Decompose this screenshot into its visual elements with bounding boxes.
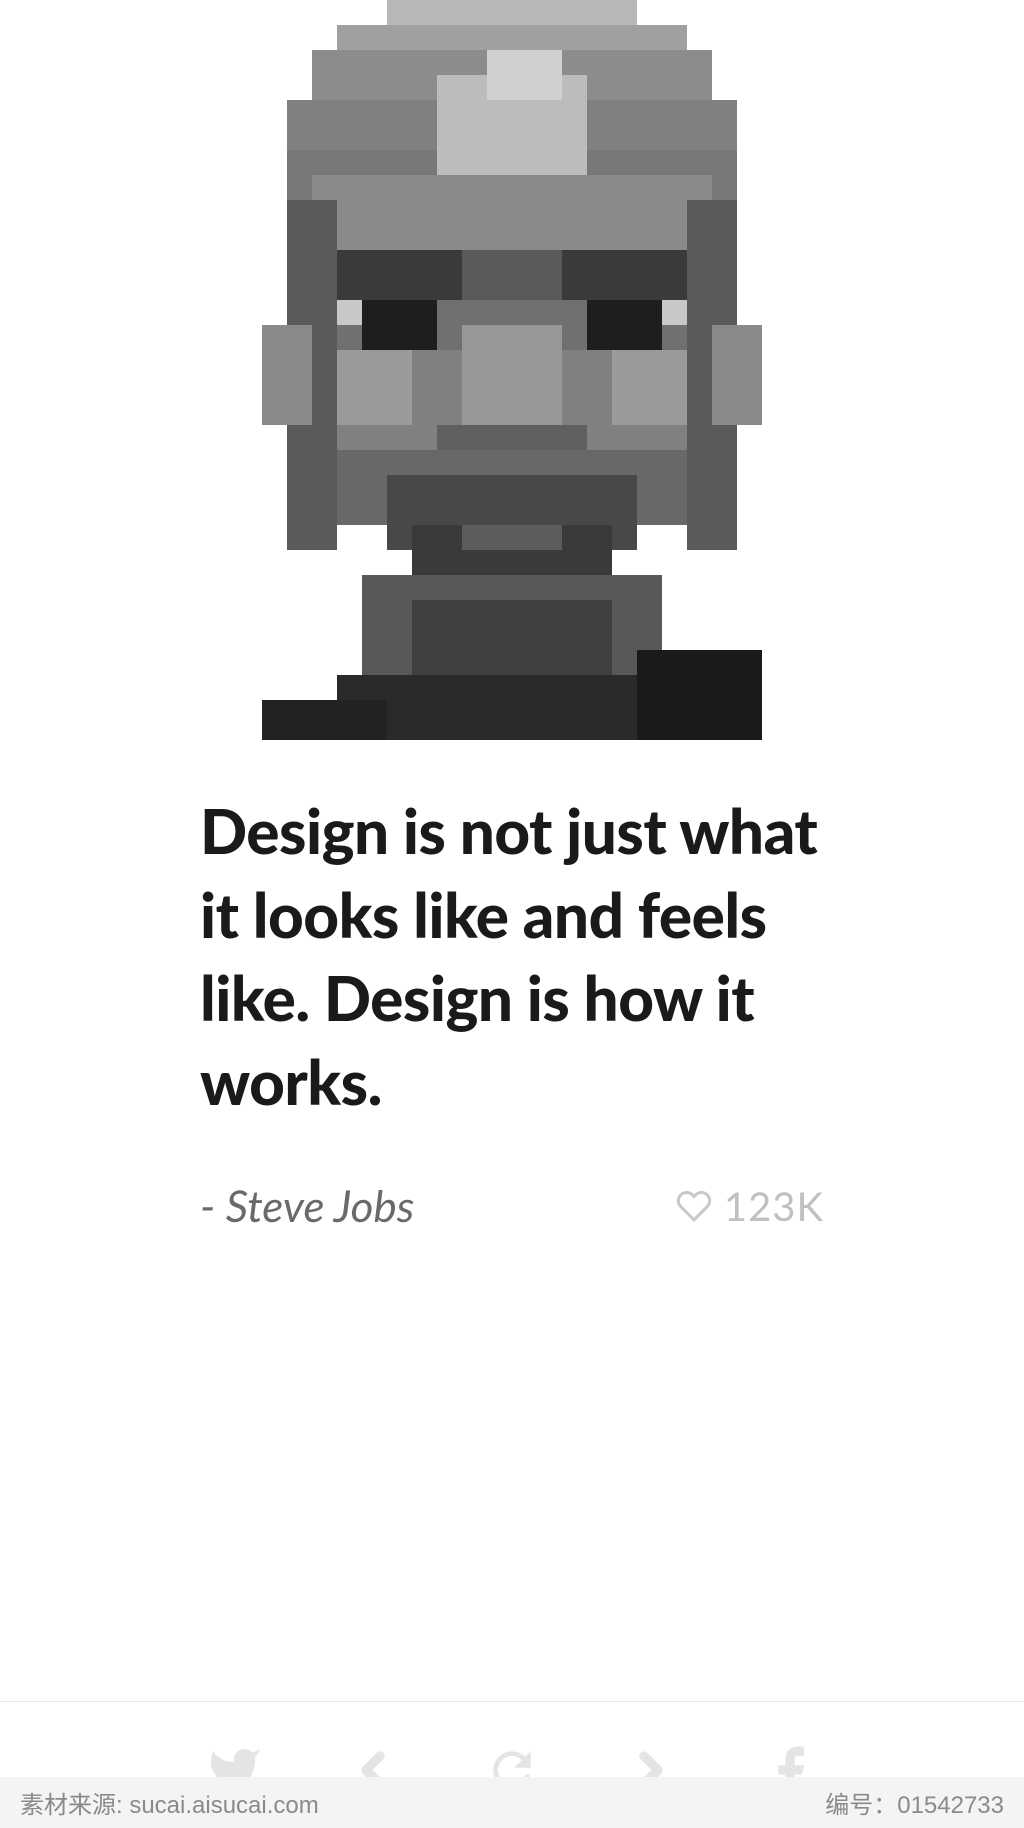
- likes-count: 123K: [724, 1182, 824, 1230]
- author-portrait: [187, 0, 837, 740]
- portrait-container: [104, 0, 920, 740]
- quote-text: Design is not just what it looks like an…: [200, 790, 824, 1125]
- heart-icon: [676, 1188, 712, 1224]
- watermark-footer: 素材来源: sucai.aisucai.com 编号：01542733: [0, 1777, 1024, 1828]
- quote-section: Design is not just what it looks like an…: [104, 740, 920, 1125]
- attribution-row: - Steve Jobs 123K: [104, 1125, 920, 1232]
- footer-id: 编号：01542733: [825, 1785, 1004, 1820]
- quote-author: - Steve Jobs: [200, 1180, 414, 1232]
- likes-button[interactable]: 123K: [676, 1182, 824, 1230]
- footer-brand: 素材来源: sucai.aisucai.com: [20, 1785, 319, 1820]
